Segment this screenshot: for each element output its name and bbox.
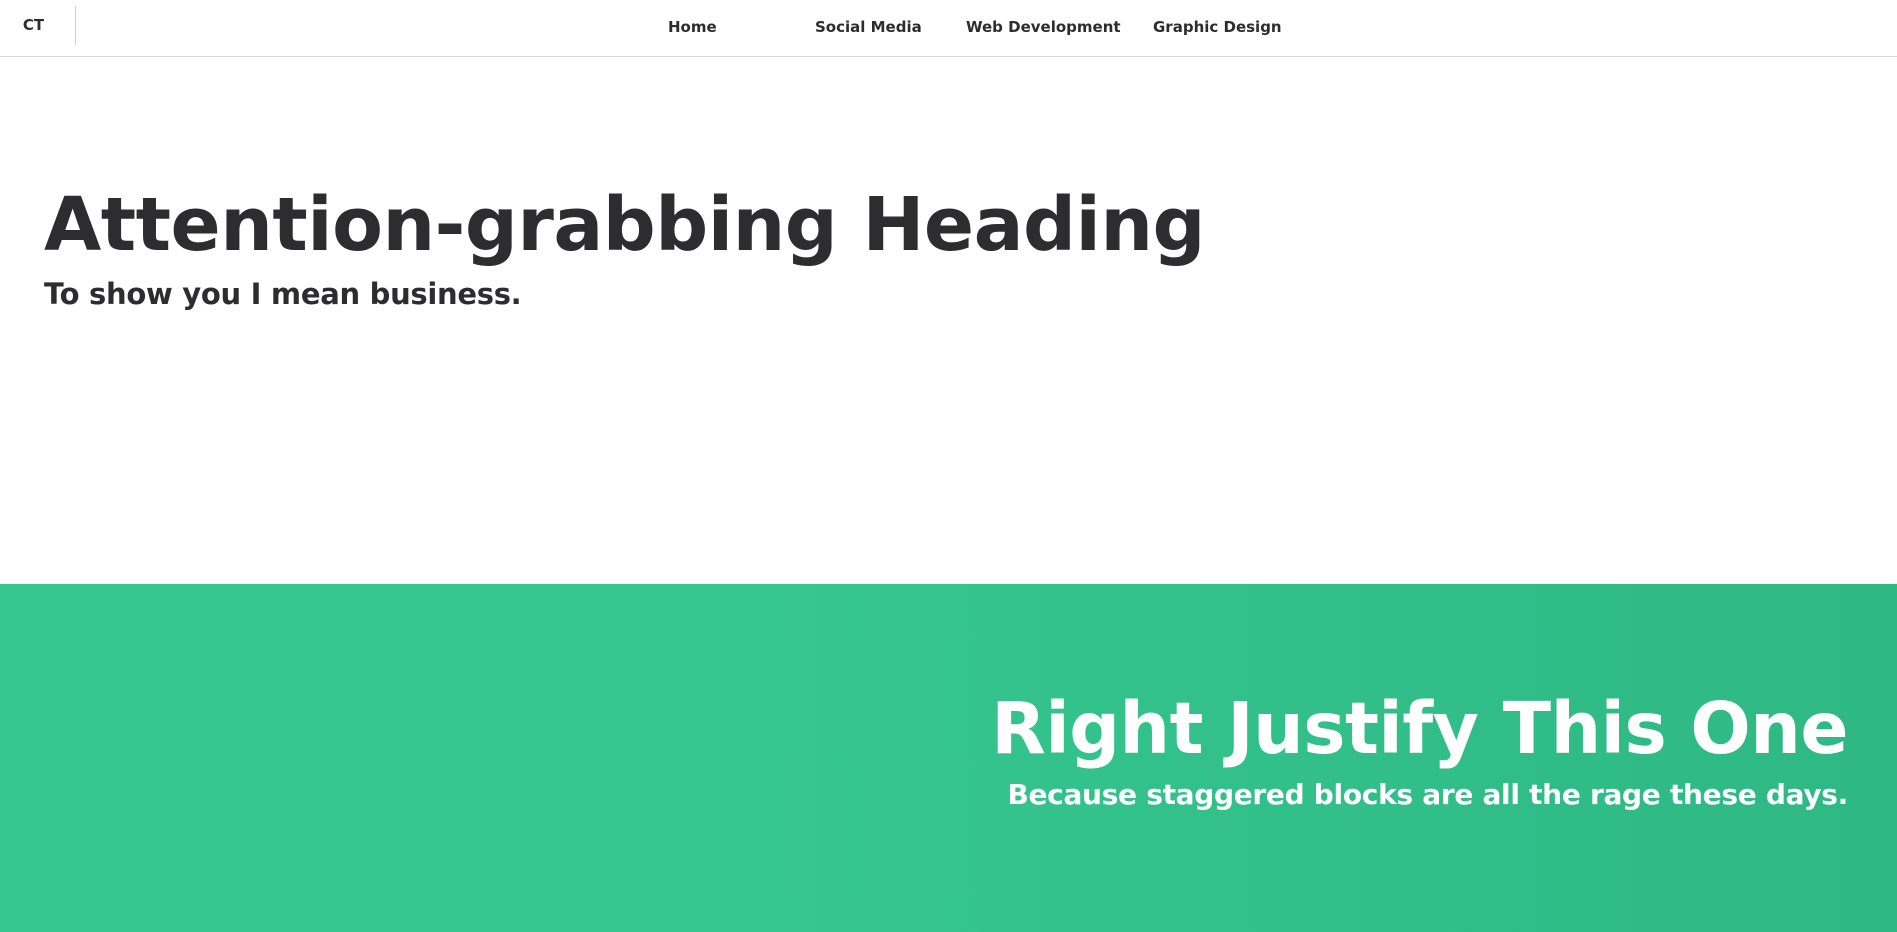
nav-link-web-development[interactable]: Web Development [966,0,1121,53]
hero-heading: Attention-grabbing Heading [44,182,1206,268]
brand-logo[interactable]: CT [0,6,76,45]
top-navbar: CT Home Social Media Web Development Gra… [0,0,1897,57]
green-band-section: Right Justify This One Because staggered… [0,584,1897,932]
band-heading: Right Justify This One [991,687,1848,770]
hero-subheading: To show you I mean business. [44,277,522,311]
band-subheading: Because staggered blocks are all the rag… [1007,778,1848,811]
nav-link-home[interactable]: Home [668,0,717,53]
nav-link-social-media[interactable]: Social Media [815,0,922,53]
hero-section: Attention-grabbing Heading To show you I… [0,58,1897,584]
nav-link-graphic-design[interactable]: Graphic Design [1153,0,1282,53]
